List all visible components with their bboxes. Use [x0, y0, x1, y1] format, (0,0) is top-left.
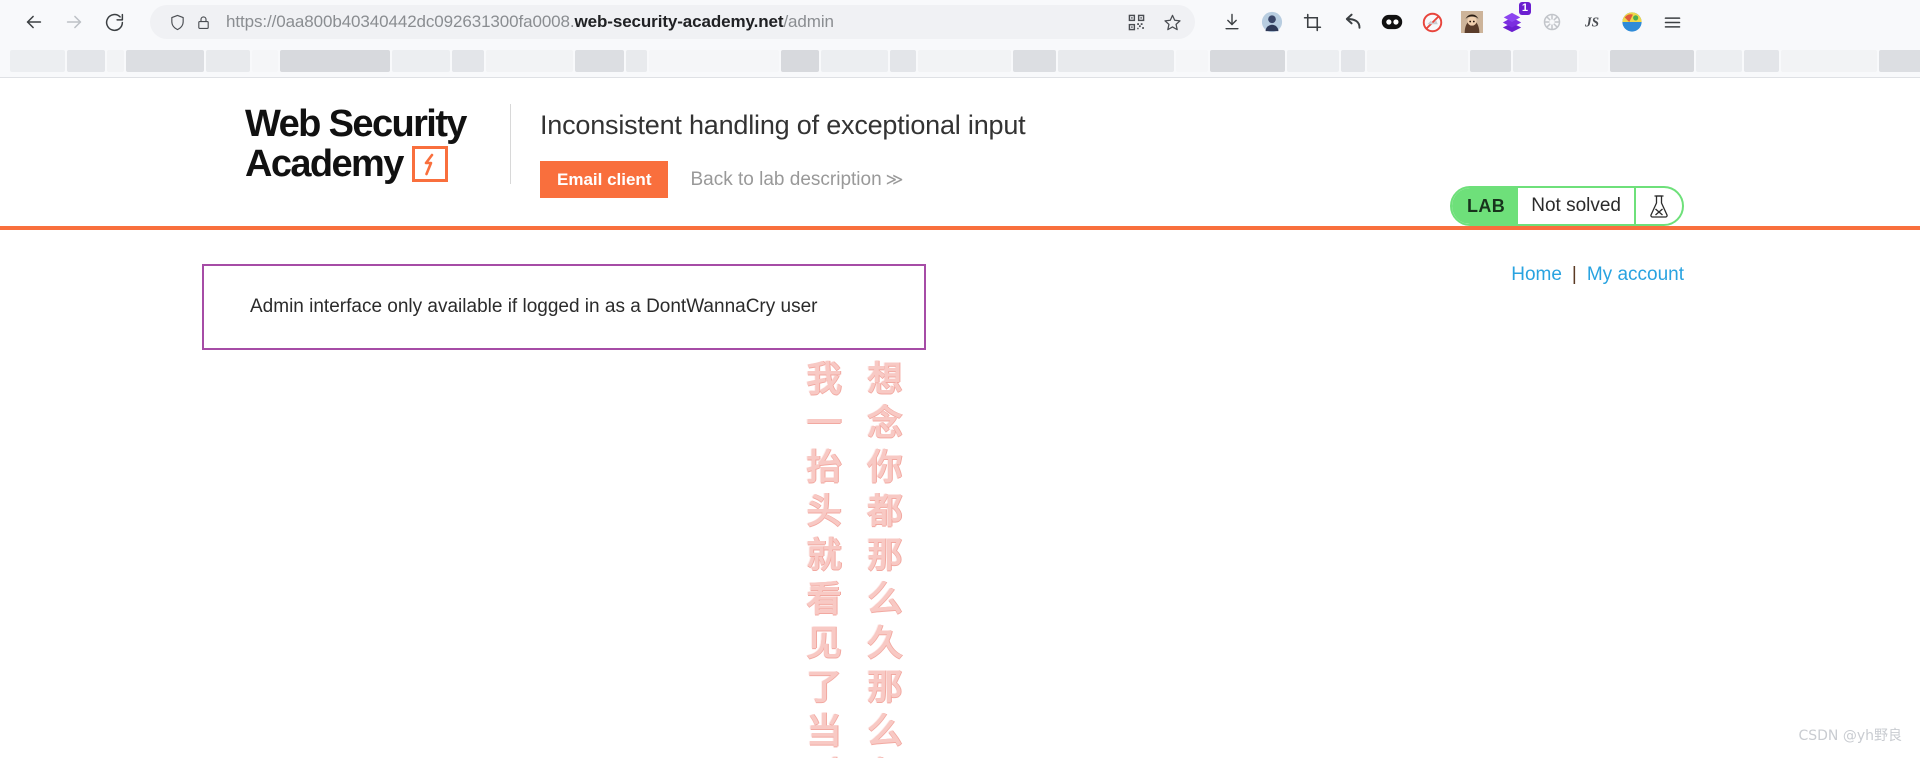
svg-text:JS: JS: [1584, 15, 1599, 30]
chinese-text-watermark: 想念你都那么久那么久了 我一抬头就看见了当时的我: [30, 360, 902, 758]
shield-icon: [164, 9, 190, 35]
bookmark-item-blurred[interactable]: [648, 49, 780, 72]
bookmarks-bar: ≫ 其他书签 移动设备上的书签: [0, 44, 1920, 78]
bookmark-item-blurred[interactable]: [452, 49, 485, 72]
bookmark-item-blurred[interactable]: [917, 49, 1011, 72]
reload-button[interactable]: [94, 4, 134, 40]
page-title: Inconsistent handling of exceptional inp…: [540, 110, 1026, 140]
bookmark-item-blurred[interactable]: [1176, 49, 1208, 72]
logo-line-1: Web Security: [245, 103, 467, 145]
blurred-bookmarks[interactable]: [10, 48, 1920, 74]
nav-home-link[interactable]: Home: [1511, 264, 1562, 286]
bookmark-item-blurred[interactable]: [626, 49, 647, 72]
bookmark-item-blurred[interactable]: [251, 49, 279, 72]
bookmark-item-blurred[interactable]: [106, 49, 125, 72]
browser-menu-icon[interactable]: [1657, 7, 1687, 37]
bookmark-item-blurred[interactable]: [1744, 49, 1779, 72]
color-palette-icon[interactable]: [1617, 7, 1647, 37]
back-link-label: Back to lab description: [690, 168, 882, 190]
bookmark-item-blurred[interactable]: [1609, 49, 1694, 72]
dark-reader-icon[interactable]: [1377, 7, 1407, 37]
bookmark-item-blurred[interactable]: [1341, 49, 1365, 72]
bookmark-item-blurred[interactable]: [1780, 49, 1877, 72]
bookmark-item-blurred[interactable]: [781, 49, 819, 72]
crop-icon[interactable]: [1297, 7, 1327, 37]
bookmark-item-blurred[interactable]: [10, 49, 66, 72]
flask-icon[interactable]: [1634, 188, 1682, 224]
lock-icon: [190, 9, 216, 35]
back-button[interactable]: [14, 4, 54, 40]
bookmark-item-blurred[interactable]: [126, 49, 205, 72]
content-area: Home | My account Admin interface only a…: [0, 230, 1920, 350]
bookmark-item-blurred[interactable]: [1512, 49, 1577, 72]
page-content: Web Security Academy Inconsistent handli…: [0, 78, 1920, 758]
nav-separator: |: [1571, 264, 1577, 285]
bookmark-item-blurred[interactable]: [280, 49, 391, 72]
bookmark-item-blurred[interactable]: [1695, 49, 1743, 72]
extension-badge-count: 1: [1518, 2, 1531, 15]
forward-button[interactable]: [54, 4, 94, 40]
status-state-text: Not solved: [1531, 195, 1621, 216]
academy-logo[interactable]: Web Security Academy: [245, 104, 511, 184]
bookmark-item-blurred[interactable]: [1058, 49, 1174, 72]
bookmark-item-blurred[interactable]: [820, 49, 888, 72]
bookmark-item-blurred[interactable]: [889, 49, 916, 72]
undo-arrow-icon[interactable]: [1337, 7, 1367, 37]
url-path: /admin: [783, 12, 834, 31]
chevron-right-icon: ≫: [885, 169, 904, 189]
layers-extension-icon[interactable]: 1: [1497, 2, 1531, 37]
url-text: https://0aa800b40340442dc092631300fa0008…: [226, 12, 1121, 32]
settings-gear-icon[interactable]: [1537, 7, 1567, 37]
admin-notice-box: Admin interface only available if logged…: [202, 264, 926, 350]
site-nav-links: Home | My account: [1511, 264, 1684, 286]
lightning-bolt-icon: [411, 146, 448, 182]
bookmark-item-blurred[interactable]: [1878, 49, 1920, 72]
bookmark-item-blurred[interactable]: [486, 49, 574, 72]
bookmark-item-blurred[interactable]: [1209, 49, 1286, 72]
url-host: web-security-academy.net: [574, 12, 784, 31]
watermark-column-left: 我一抬头就看见了当时的我: [800, 360, 841, 758]
bookmark-item-blurred[interactable]: [1287, 49, 1340, 72]
address-bar[interactable]: https://0aa800b40340442dc092631300fa0008…: [150, 5, 1195, 39]
lab-status-widget[interactable]: LAB Not solved: [1450, 186, 1684, 226]
browser-toolbar: https://0aa800b40340442dc092631300fa0008…: [0, 0, 1920, 44]
star-bookmark-icon[interactable]: [1157, 9, 1187, 35]
anime-avatar-icon[interactable]: [1457, 7, 1487, 37]
bookmark-item-blurred[interactable]: [392, 49, 451, 72]
lab-info: Inconsistent handling of exceptional inp…: [540, 104, 1920, 198]
bookmark-item-blurred[interactable]: [575, 49, 625, 72]
nav-my-account-link[interactable]: My account: [1587, 264, 1684, 286]
back-to-lab-description-link[interactable]: Back to lab description ≫: [690, 169, 903, 191]
url-subdomain: https://0aa800b40340442dc092631300fa0008…: [226, 12, 575, 31]
javascript-icon[interactable]: JS: [1577, 7, 1607, 37]
adblock-icon[interactable]: [1417, 7, 1447, 37]
bookmark-item-blurred[interactable]: [206, 49, 250, 72]
logo-line-2: Academy: [245, 143, 404, 185]
qr-code-icon[interactable]: [1121, 9, 1151, 35]
bookmark-item-blurred[interactable]: [1470, 49, 1511, 72]
watermark-column-right: 想念你都那么久那么久了: [861, 360, 902, 758]
profile-avatar-icon[interactable]: [1257, 7, 1287, 37]
bookmark-item-blurred[interactable]: [67, 49, 105, 72]
extension-toolbar: 1 JS: [1217, 2, 1687, 37]
status-badge: LAB: [1452, 188, 1519, 224]
email-client-button[interactable]: Email client: [540, 161, 669, 198]
downloads-icon[interactable]: [1217, 7, 1247, 37]
notice-message: Admin interface only available if logged…: [250, 296, 818, 317]
lab-actions: Email client Back to lab description ≫: [540, 161, 1920, 198]
bookmark-item-blurred[interactable]: [1578, 49, 1608, 72]
csdn-watermark: CSDN @yh野良: [1798, 728, 1902, 744]
bookmark-item-blurred[interactable]: [1012, 49, 1056, 72]
bookmark-item-blurred[interactable]: [1366, 49, 1469, 72]
lab-header: Web Security Academy Inconsistent handli…: [0, 78, 1920, 226]
